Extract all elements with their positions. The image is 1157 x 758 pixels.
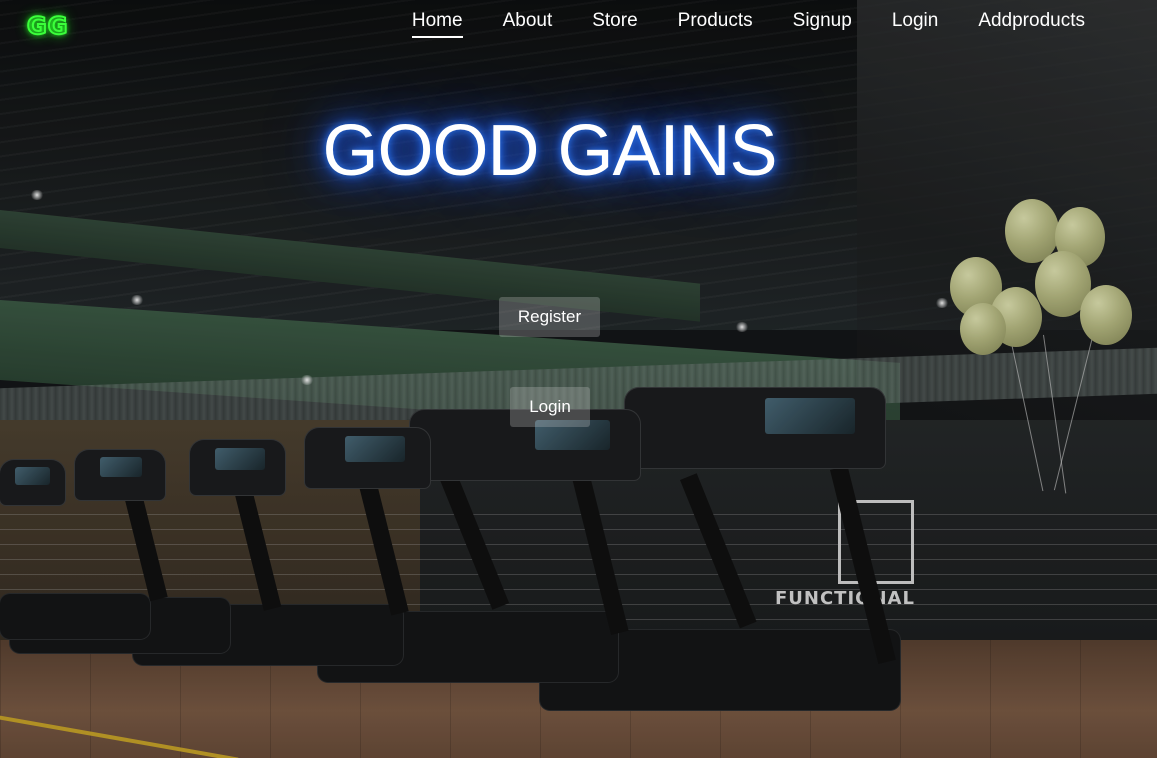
main-nav: Home About Store Products Signup Login A… — [411, 10, 1085, 38]
nav-link-login[interactable]: Login — [892, 10, 939, 38]
register-button[interactable]: Register — [499, 297, 600, 337]
site-logo[interactable]: GG — [26, 11, 68, 41]
nav-link-store[interactable]: Store — [592, 10, 637, 38]
nav-link-addproducts[interactable]: Addproducts — [978, 10, 1085, 38]
login-button[interactable]: Login — [510, 387, 590, 427]
nav-link-signup[interactable]: Signup — [793, 10, 852, 38]
page: FUNCTIONAL GG Home About Store Products … — [0, 0, 1157, 758]
nav-link-products[interactable]: Products — [678, 10, 753, 38]
hero-title: GOOD GAINS — [322, 111, 777, 191]
nav-link-home[interactable]: Home — [411, 10, 463, 38]
nav-link-about[interactable]: About — [503, 10, 553, 38]
